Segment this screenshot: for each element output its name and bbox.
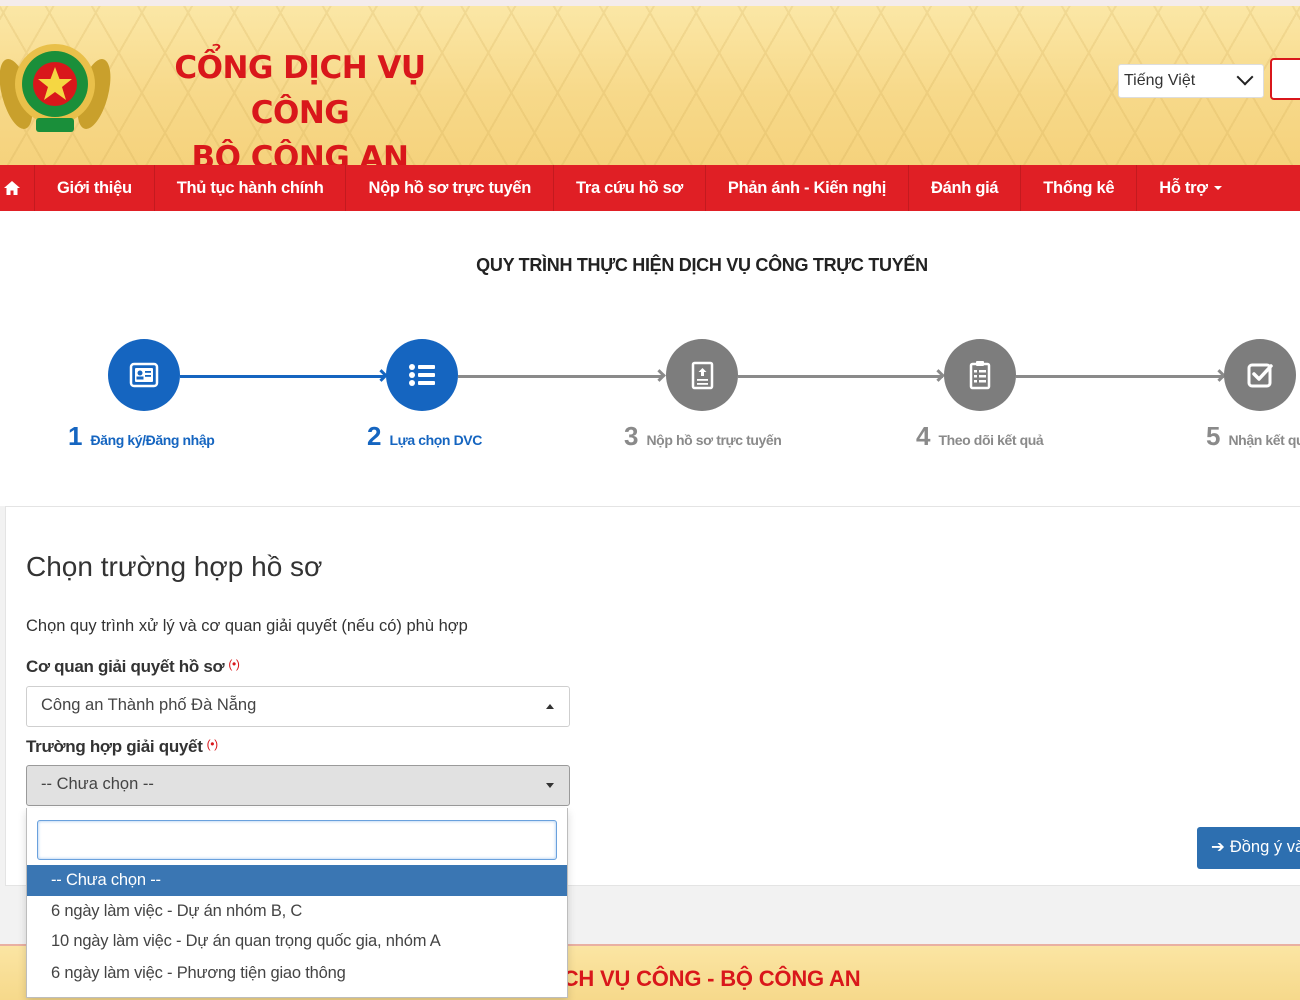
nav-item-label: Đánh giá bbox=[931, 178, 999, 197]
nav-home[interactable] bbox=[0, 165, 35, 211]
step-3-circle[interactable] bbox=[666, 339, 738, 411]
nav-item-label: Phản ánh - Kiến nghị bbox=[727, 178, 886, 197]
caret-up-icon bbox=[546, 704, 554, 709]
step-number: 1 bbox=[68, 421, 83, 451]
agency-label: Cơ quan giải quyết hồ sơ (•) bbox=[26, 657, 240, 677]
agency-label-text: Cơ quan giải quyết hồ sơ bbox=[26, 657, 225, 676]
login-button[interactable] bbox=[1270, 58, 1300, 100]
nav-item-nop-ho-so[interactable]: Nộp hồ sơ trực tuyến bbox=[346, 165, 555, 211]
step-connector bbox=[1016, 375, 1224, 378]
nav-item-label: Hỗ trợ bbox=[1159, 178, 1208, 197]
dropdown-option[interactable]: 6 ngày làm việc - Phương tiện giao thông bbox=[27, 958, 567, 989]
nav-item-thu-tuc[interactable]: Thủ tục hành chính bbox=[155, 165, 347, 211]
step-1-circle[interactable] bbox=[108, 339, 180, 411]
step-number: 3 bbox=[624, 421, 639, 451]
nav-item-label: Thủ tục hành chính bbox=[176, 178, 324, 197]
step-5-circle[interactable] bbox=[1224, 339, 1296, 411]
caret-down-icon bbox=[546, 783, 554, 788]
step-text: Đăng ký/Đăng nhập bbox=[90, 432, 215, 448]
step-text: Lựa chọn DVC bbox=[389, 432, 482, 448]
case-select[interactable]: -- Chưa chọn -- bbox=[26, 765, 570, 806]
arrow-right-icon bbox=[932, 369, 945, 382]
dropdown-option[interactable]: -- Chưa chọn -- bbox=[27, 865, 567, 896]
arrow-right-icon bbox=[653, 369, 666, 382]
upload-document-icon bbox=[691, 361, 714, 390]
step-connector bbox=[738, 375, 943, 378]
case-label: Trường hợp giải quyết (•) bbox=[26, 737, 218, 757]
dropdown-search-input[interactable] bbox=[37, 820, 557, 860]
case-select-value: -- Chưa chọn -- bbox=[41, 775, 154, 793]
process-section: QUY TRÌNH THỰC HIỆN DỊCH VỤ CÔNG TRỰC TU… bbox=[0, 211, 1300, 506]
panel-description: Chọn quy trình xử lý và cơ quan giải quy… bbox=[26, 617, 468, 635]
nav-item-label: Thống kê bbox=[1043, 178, 1115, 197]
language-value: Tiếng Việt bbox=[1124, 72, 1196, 89]
agree-button-label: Đồng ý và tiếp tục bbox=[1229, 838, 1300, 856]
agency-select-value: Công an Thành phố Đà Nẵng bbox=[41, 696, 257, 714]
police-emblem-icon[interactable] bbox=[0, 32, 114, 144]
nav-item-label: Nộp hồ sơ trực tuyến bbox=[368, 178, 532, 197]
step-3-label: 3 Nộp hồ sơ trực tuyến bbox=[624, 421, 782, 452]
step-number: 2 bbox=[367, 421, 382, 451]
step-connector bbox=[180, 375, 385, 378]
panel-title: Chọn trường hợp hồ sơ bbox=[26, 551, 323, 582]
list-icon bbox=[409, 364, 435, 386]
case-dropdown: -- Chưa chọn -- 6 ngày làm việc - Dự án … bbox=[26, 808, 568, 998]
nav-item-tra-cuu[interactable]: Tra cứu hồ sơ bbox=[554, 165, 706, 211]
step-text: Nộp hồ sơ trực tuyến bbox=[646, 432, 782, 448]
dropdown-option[interactable]: 10 ngày làm việc - Dự án quan trọng quốc… bbox=[27, 926, 567, 957]
step-5-label: 5 Nhận kết quả bbox=[1206, 421, 1300, 452]
agency-select[interactable]: Công an Thành phố Đà Nẵng bbox=[26, 686, 570, 727]
site-title-line2: BỘ CÔNG AN bbox=[191, 140, 410, 165]
step-4-label: 4 Theo dõi kết quả bbox=[916, 421, 1044, 452]
required-mark: (•) bbox=[206, 737, 219, 751]
clipboard-icon bbox=[969, 361, 991, 390]
id-card-icon bbox=[129, 362, 159, 388]
required-mark: (•) bbox=[228, 657, 240, 671]
site-header: CỔNG DỊCH VỤ CÔNG BỘ CÔNG AN Tiếng Việt bbox=[0, 0, 1300, 165]
site-title-line1: CỔNG DỊCH VỤ CÔNG bbox=[174, 50, 426, 131]
language-select[interactable]: Tiếng Việt bbox=[1118, 64, 1264, 98]
main-nav: Giới thiệu Thủ tục hành chính Nộp hồ sơ … bbox=[0, 165, 1300, 211]
caret-down-icon bbox=[1213, 186, 1222, 190]
agree-continue-button[interactable]: ➔Đồng ý và tiếp tục bbox=[1197, 827, 1300, 869]
home-icon bbox=[4, 181, 20, 195]
nav-item-phan-anh[interactable]: Phản ánh - Kiến nghị bbox=[706, 165, 909, 211]
step-2-circle[interactable] bbox=[386, 339, 458, 411]
step-connector bbox=[458, 375, 663, 378]
nav-item-gioi-thieu[interactable]: Giới thiệu bbox=[35, 165, 155, 211]
site-title[interactable]: CỔNG DỊCH VỤ CÔNG BỘ CÔNG AN bbox=[130, 46, 470, 165]
step-number: 5 bbox=[1206, 421, 1221, 451]
step-text: Theo dõi kết quả bbox=[938, 432, 1044, 448]
step-2-label: 2 Lựa chọn DVC bbox=[367, 421, 482, 452]
arrow-right-icon: ➔ bbox=[1211, 838, 1225, 856]
nav-item-label: Giới thiệu bbox=[57, 178, 132, 197]
step-1-label: 1 Đăng ký/Đăng nhập bbox=[68, 421, 215, 452]
nav-item-thong-ke[interactable]: Thống kê bbox=[1021, 165, 1138, 211]
nav-item-label: Tra cứu hồ sơ bbox=[576, 178, 683, 197]
step-number: 4 bbox=[916, 421, 931, 451]
case-label-text: Trường hợp giải quyết bbox=[26, 737, 203, 756]
nav-item-danh-gia[interactable]: Đánh giá bbox=[909, 165, 1022, 211]
nav-item-ho-tro[interactable]: Hỗ trợ bbox=[1137, 165, 1243, 211]
dropdown-option[interactable]: 6 ngày làm việc - Dự án nhóm B, C bbox=[27, 896, 567, 927]
checkbox-icon bbox=[1247, 363, 1273, 388]
chevron-down-icon bbox=[1236, 68, 1254, 86]
step-text: Nhận kết quả bbox=[1228, 432, 1300, 448]
process-title: QUY TRÌNH THỰC HIỆN DỊCH VỤ CÔNG TRỰC TU… bbox=[476, 255, 928, 275]
step-4-circle[interactable] bbox=[944, 339, 1016, 411]
